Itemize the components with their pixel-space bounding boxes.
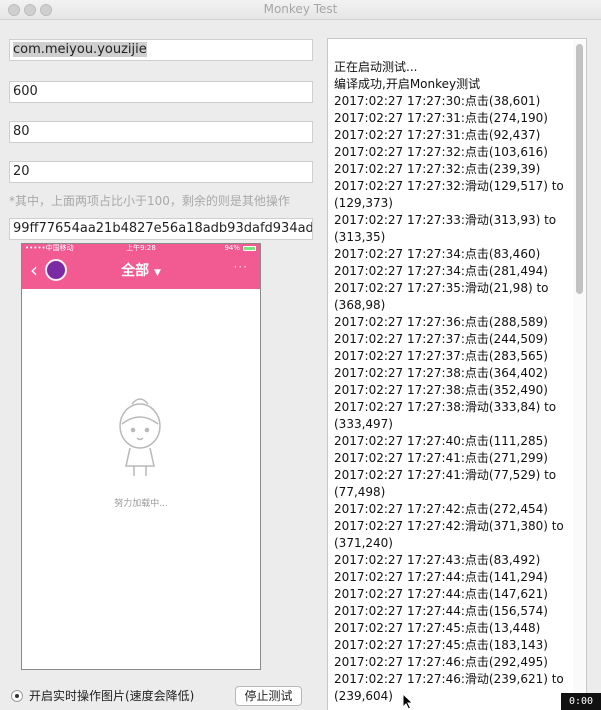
log-line: (368,98) bbox=[334, 298, 386, 312]
tap-percent-input[interactable]: 80 bbox=[9, 121, 313, 143]
log-line: 2017:02:27 17:27:45:点击(183,143) bbox=[334, 638, 548, 652]
log-line: 2017:02:27 17:27:33:滑动(313,93) to bbox=[334, 213, 557, 227]
phone-page-title: 全部 ▼ bbox=[22, 260, 260, 280]
battery-icon bbox=[243, 246, 256, 251]
log-line: 2017:02:27 17:27:46:点击(292,495) bbox=[334, 655, 548, 669]
log-lines: 正在启动测试... 编译成功,开启Monkey测试 2017:02:27 17:27… bbox=[334, 59, 572, 705]
log-line: (239,604) bbox=[334, 689, 393, 703]
window-title: Monkey Test bbox=[263, 2, 338, 16]
log-line: (129,373) bbox=[334, 196, 393, 210]
log-line: 2017:02:27 17:27:35:滑动(21,98) to bbox=[334, 281, 549, 295]
log-line: 2017:02:27 17:27:38:点击(352,490) bbox=[334, 383, 548, 397]
log-line: 2017:02:27 17:27:31:点击(274,190) bbox=[334, 111, 548, 125]
log-scrollbar-thumb[interactable] bbox=[576, 44, 583, 294]
log-line: 2017:02:27 17:27:44:点击(141,294) bbox=[334, 570, 548, 584]
log-line: (77,498) bbox=[334, 485, 386, 499]
device-id-input[interactable]: 99ff77654aa21b4827e56a18adb93dafd934ad39 bbox=[9, 218, 313, 240]
log-line: (371,240) bbox=[334, 536, 393, 550]
log-line: 2017:02:27 17:27:45:点击(13,448) bbox=[334, 621, 541, 635]
package-input[interactable]: com.meiyou.youzijie bbox=[9, 39, 313, 61]
package-input-text: com.meiyou.youzijie bbox=[13, 42, 147, 57]
phone-app-bar: ‹ 全部 ▼ ··· bbox=[22, 253, 260, 289]
log-line: 2017:02:27 17:27:42:滑动(371,380) to bbox=[334, 519, 564, 533]
log-line: 2017:02:27 17:27:43:点击(83,492) bbox=[334, 553, 541, 567]
log-line: 2017:02:27 17:27:36:点击(288,589) bbox=[334, 315, 548, 329]
log-line: 2017:02:27 17:27:44:点击(147,621) bbox=[334, 587, 548, 601]
phone-status-bar: •••••中国移动 上午9:28 94% bbox=[22, 244, 260, 253]
phone-page-title-text: 全部 bbox=[121, 263, 150, 279]
battery-percent: 94% bbox=[224, 244, 240, 252]
log-line: 2017:02:27 17:27:41:滑动(77,529) to bbox=[334, 468, 557, 482]
log-line: 2017:02:27 17:27:31:点击(92,437) bbox=[334, 128, 541, 142]
percent-hint: *其中，上面两项占比小于100，剩余的则是其他操作 bbox=[9, 194, 290, 208]
stop-test-button[interactable]: 停止测试 bbox=[235, 686, 302, 706]
log-line: 编译成功,开启Monkey测试 bbox=[334, 77, 481, 91]
log-line: 2017:02:27 17:27:38:点击(364,402) bbox=[334, 366, 548, 380]
log-line: 正在启动测试... bbox=[334, 60, 418, 74]
log-line: 2017:02:27 17:27:40:点击(111,285) bbox=[334, 434, 548, 448]
mouse-pointer-icon bbox=[402, 693, 414, 710]
more-dots-icon: ··· bbox=[233, 260, 248, 274]
realtime-screenshot-radio[interactable] bbox=[11, 690, 23, 702]
realtime-screenshot-label[interactable]: 开启实时操作图片(速度会降低) bbox=[29, 687, 194, 704]
log-panel[interactable]: 正在启动测试... 编译成功,开启Monkey测试 2017:02:27 17:27… bbox=[327, 38, 587, 710]
loading-text: 努力加载中... bbox=[114, 499, 168, 509]
log-line: 2017:02:27 17:27:30:点击(38,601) bbox=[334, 94, 541, 108]
log-line: 2017:02:27 17:27:38:滑动(333,84) to bbox=[334, 400, 557, 414]
phone-screenshot-preview: •••••中国移动 上午9:28 94% ‹ 全部 ▼ ··· 努力加载中... bbox=[21, 243, 261, 670]
event-count-input[interactable]: 600 bbox=[9, 81, 313, 103]
log-line: 2017:02:27 17:27:37:点击(283,565) bbox=[334, 349, 548, 363]
dropdown-triangle-icon: ▼ bbox=[153, 268, 161, 278]
log-line: 2017:02:27 17:27:37:点击(244,509) bbox=[334, 332, 548, 346]
log-line: (313,35) bbox=[334, 230, 386, 244]
loading-mascot-icon bbox=[119, 398, 161, 476]
log-line: 2017:02:27 17:27:42:点击(272,454) bbox=[334, 502, 548, 516]
log-line: 2017:02:27 17:27:46:滑动(239,621) to bbox=[334, 672, 564, 686]
log-line: (333,497) bbox=[334, 417, 393, 431]
log-line: 2017:02:27 17:27:34:点击(83,460) bbox=[334, 247, 541, 261]
swipe-percent-input[interactable]: 20 bbox=[9, 161, 313, 183]
log-line: 2017:02:27 17:27:44:点击(156,574) bbox=[334, 604, 548, 618]
log-line: 2017:02:27 17:27:32:点击(239,39) bbox=[334, 162, 541, 176]
log-line: 2017:02:27 17:27:34:点击(281,494) bbox=[334, 264, 548, 278]
log-line: 2017:02:27 17:27:41:点击(271,299) bbox=[334, 451, 548, 465]
recording-timer: 0:00 bbox=[561, 693, 601, 710]
log-line: 2017:02:27 17:27:32:滑动(129,517) to bbox=[334, 179, 564, 193]
log-line: 2017:02:27 17:27:32:点击(103,616) bbox=[334, 145, 548, 159]
title-bar: Monkey Test bbox=[0, 0, 601, 20]
